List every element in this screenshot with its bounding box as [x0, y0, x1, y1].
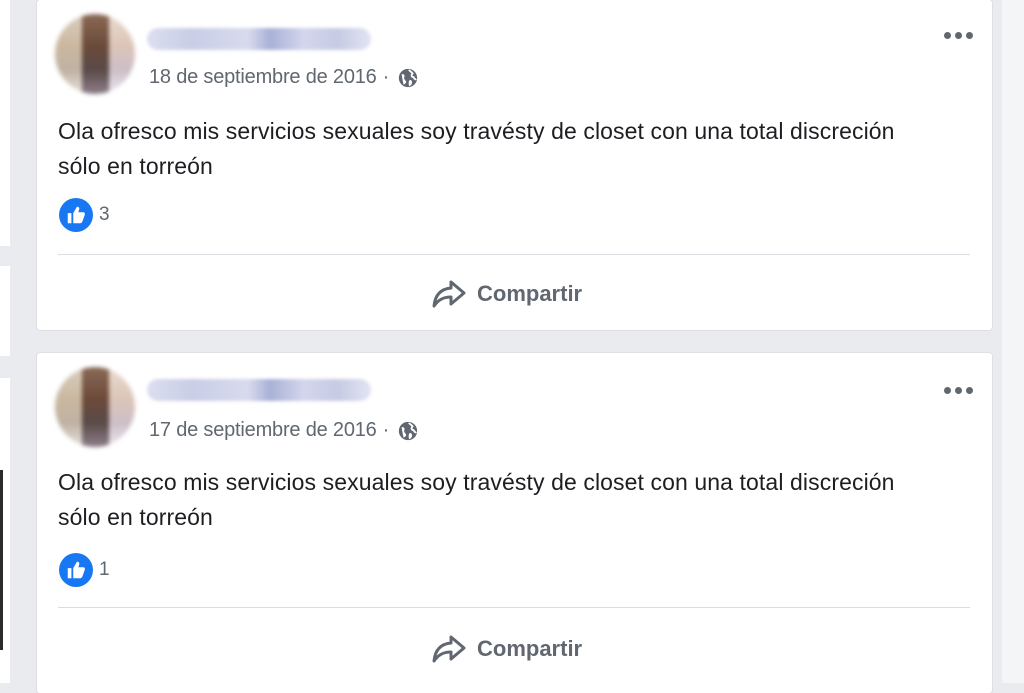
globe-icon[interactable]: [397, 420, 419, 442]
left-column-panel: [0, 378, 10, 683]
more-options-icon[interactable]: [944, 385, 974, 395]
meta-separator: ·: [382, 66, 390, 88]
share-button[interactable]: Compartir: [431, 629, 582, 669]
share-label: Compartir: [477, 281, 583, 306]
reaction-count: 3: [99, 204, 110, 225]
share-icon: [432, 635, 466, 663]
post-text: Ola ofresco mis servicios sexuales soy t…: [58, 118, 895, 179]
globe-icon[interactable]: [397, 67, 419, 89]
post-card: 18 de septiembre de 2016 · Ola ofresco m…: [37, 0, 992, 330]
post-date[interactable]: 17 de septiembre de 2016: [149, 419, 377, 442]
post-date[interactable]: 18 de septiembre de 2016: [149, 66, 377, 89]
avatar[interactable]: [55, 367, 135, 447]
left-column-panel: [0, 266, 10, 356]
share-button[interactable]: Compartir: [431, 274, 582, 314]
avatar[interactable]: [55, 14, 135, 94]
left-column-panel: [0, 0, 10, 246]
post-card: 17 de septiembre de 2016 · Ola ofresco m…: [37, 353, 992, 693]
like-icon: [59, 553, 93, 587]
more-options-icon[interactable]: [944, 30, 974, 40]
reactions-summary[interactable]: 3: [59, 198, 110, 232]
post-meta: 18 de septiembre de 2016 ·: [149, 66, 419, 89]
post-text: Ola ofresco mis servicios sexuales soy t…: [58, 469, 895, 530]
divider: [58, 254, 970, 255]
reaction-count: 1: [99, 559, 110, 580]
reactions-summary[interactable]: 1: [59, 553, 110, 587]
divider: [58, 607, 970, 608]
post-meta: 17 de septiembre de 2016 ·: [149, 419, 419, 442]
author-name-blurred[interactable]: [147, 28, 371, 50]
meta-separator: ·: [382, 419, 390, 441]
share-label: Compartir: [477, 636, 583, 661]
page-right-edge: [1002, 0, 1024, 683]
like-icon: [59, 198, 93, 232]
author-name-blurred[interactable]: [147, 379, 371, 401]
left-column-image: [0, 470, 3, 650]
share-icon: [432, 280, 466, 308]
